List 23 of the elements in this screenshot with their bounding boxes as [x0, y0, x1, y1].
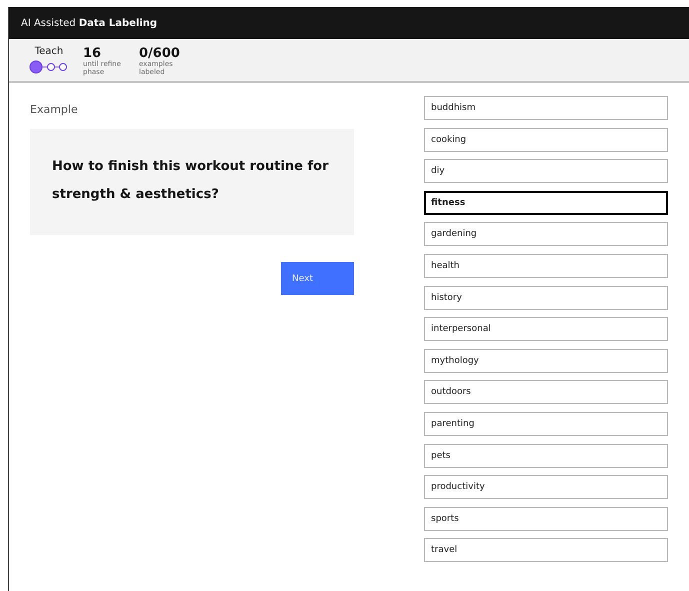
- label-option[interactable]: pets: [424, 444, 668, 468]
- label-option[interactable]: outdoors: [424, 380, 668, 404]
- phase-progress-icon: [29, 60, 69, 74]
- phase-label: Teach: [34, 46, 64, 57]
- label-option[interactable]: gardening: [424, 222, 668, 246]
- label-option[interactable]: parenting: [424, 412, 668, 436]
- label-option[interactable]: productivity: [424, 475, 668, 500]
- stat-value: 0/600: [139, 46, 181, 61]
- next-button[interactable]: Next: [281, 262, 354, 295]
- label-option[interactable]: history: [424, 286, 668, 310]
- label-option[interactable]: sports: [424, 506, 668, 531]
- label-option[interactable]: interpersonal: [424, 317, 668, 342]
- app-title: AI Assisted Data Labeling: [21, 18, 158, 28]
- label-option[interactable]: fitness: [424, 190, 668, 215]
- label-option[interactable]: diy: [424, 159, 668, 184]
- example-heading: Example: [30, 103, 79, 116]
- label-option[interactable]: cooking: [424, 128, 668, 152]
- label-option[interactable]: buddhism: [424, 96, 668, 120]
- label-option[interactable]: travel: [424, 538, 668, 562]
- stat-value: 16: [83, 46, 102, 61]
- example-text: How to finish this workout routine for strength & aesthetics?: [52, 159, 329, 202]
- label-option[interactable]: health: [424, 254, 668, 278]
- label-option[interactable]: mythology: [424, 348, 668, 373]
